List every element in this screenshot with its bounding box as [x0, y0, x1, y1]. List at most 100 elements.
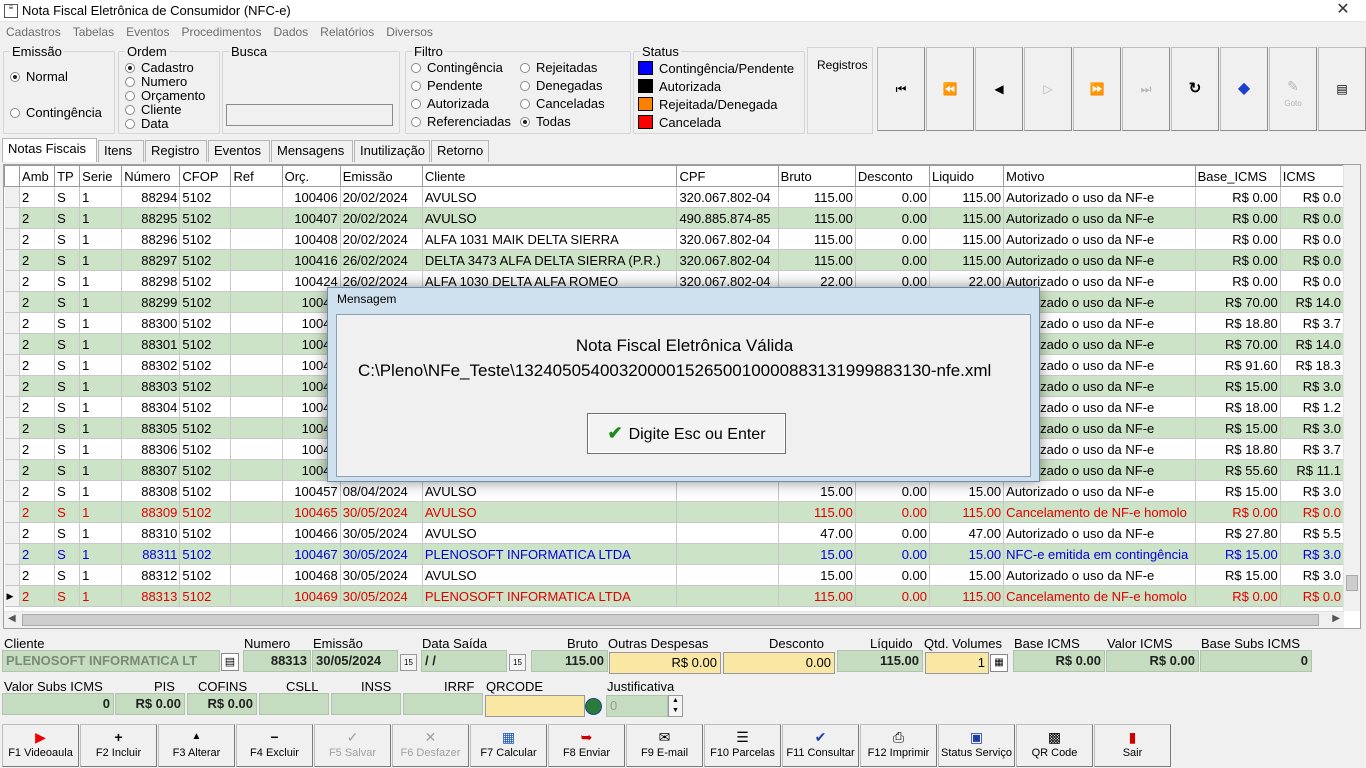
column-header[interactable]: TP	[54, 165, 81, 187]
data-saida-field[interactable]: / /	[421, 650, 507, 672]
ordem-data-radio[interactable]: Data	[125, 116, 168, 132]
justificativa-field[interactable]: 0	[606, 695, 668, 717]
table-row[interactable]: 2 S 1 88294 5102 100406 20/02/2024 AVULSO 320.06…	[4, 186, 1345, 208]
column-header[interactable]: Número	[121, 165, 181, 187]
column-header[interactable]: ICMS	[1279, 165, 1345, 187]
filtro-rejeitadas-radio[interactable]: Rejeitadas	[520, 60, 597, 76]
column-header[interactable]: Desconto	[854, 165, 931, 187]
vertical-scroll-thumb[interactable]	[1346, 575, 1358, 591]
dialog-ok-button[interactable]: ✔ Digite Esc ou Enter	[587, 413, 786, 454]
table-row[interactable]: 2 S 1 88308 5102 100457 08/04/2024 AVULSO 15.00 0…	[4, 480, 1345, 502]
f10-parcelas-button[interactable]: ☰ F10 Parcelas	[704, 724, 781, 767]
column-header[interactable]: Amb	[19, 165, 56, 187]
desconto-field[interactable]: 0.00	[723, 652, 835, 674]
menu-diversos[interactable]: Diversos	[380, 22, 439, 39]
f9-email-button[interactable]: ✉ F9 E-mail	[626, 724, 703, 767]
prior-record-button[interactable]: ◀	[975, 47, 1023, 131]
emissao-calendar-icon[interactable]: 15	[400, 654, 417, 671]
menu-eventos[interactable]: Eventos	[120, 22, 175, 39]
last-record-button[interactable]: ⏭	[1122, 47, 1170, 131]
sair-button[interactable]: ▮ Sair	[1094, 724, 1171, 767]
tab-retorno[interactable]: Retorno	[431, 140, 489, 162]
table-row[interactable]: 2 S 1 88309 5102 100465 30/05/2024 AVULSO 115.00…	[4, 501, 1345, 523]
filtro-contingencia-radio[interactable]: Contingência	[411, 60, 503, 76]
scroll-right-icon[interactable]: ▶	[1332, 613, 1340, 624]
base-subs-icms-field[interactable]: 0	[1200, 650, 1312, 672]
table-row[interactable]: 2 S 1 88296 5102 100408 20/02/2024 ALFA 1031 MA…	[4, 228, 1345, 250]
column-header[interactable]: CFOP	[179, 165, 232, 187]
filtro-denegadas-radio[interactable]: Denegadas	[520, 78, 603, 94]
column-header[interactable]: Liquido	[928, 165, 1005, 187]
inss-field[interactable]	[331, 693, 401, 715]
column-header[interactable]: CPF	[676, 165, 779, 187]
goto-button[interactable]: ✎ Goto	[1269, 47, 1317, 131]
filtro-autorizada-radio[interactable]: Autorizada	[411, 96, 489, 112]
prior-page-button[interactable]: ⏪	[926, 47, 974, 131]
column-header[interactable]: Orç.	[281, 165, 341, 187]
cliente-field[interactable]: PLENOSOFT INFORMATICA LT	[2, 650, 220, 672]
close-icon[interactable]: ✕	[1320, 0, 1366, 22]
busca-input[interactable]	[226, 104, 393, 126]
first-record-button[interactable]: ⏮	[877, 47, 925, 131]
column-header[interactable]: Cliente	[421, 165, 678, 187]
data-saida-calendar-icon[interactable]: 15	[509, 654, 526, 671]
menu-procedimentos[interactable]: Procedimentos	[175, 22, 267, 39]
emissao-normal-radio[interactable]: Normal	[10, 69, 68, 85]
valor-subs-icms-field[interactable]: 0	[2, 693, 114, 715]
justificativa-spinner-icon[interactable]: ▲ ▼	[668, 695, 683, 717]
column-header[interactable]: Emissão	[339, 165, 423, 187]
filtro-todas-radio[interactable]: Todas	[520, 114, 571, 130]
horizontal-scroll-thumb[interactable]	[22, 614, 1319, 626]
filtro-referenciadas-radio[interactable]: Referenciadas	[411, 114, 511, 130]
table-row[interactable]: 2 S 1 88311 5102 100467 30/05/2024 PLENOSOFT IN…	[4, 543, 1345, 565]
outras-despesas-field[interactable]: R$ 0.00	[609, 652, 721, 674]
f4-excluir-button[interactable]: − F4 Excluir	[236, 724, 313, 767]
numero-field[interactable]: 88313	[243, 650, 311, 672]
f11-consultar-button[interactable]: ✔ F11 Consultar	[782, 724, 859, 767]
column-header[interactable]: Serie	[79, 165, 123, 187]
status-servico-button[interactable]: ▣ Status Serviço	[938, 724, 1015, 767]
pis-field[interactable]: R$ 0.00	[115, 693, 185, 715]
f1-videoaula-button[interactable]: ▶ F1 Videoaula	[2, 724, 79, 767]
irrf-field[interactable]	[403, 693, 483, 715]
column-header[interactable]: Bruto	[777, 165, 856, 187]
f7-calcular-button[interactable]: ▦ F7 Calcular	[470, 724, 547, 767]
qtd-volumes-field[interactable]: 1	[925, 652, 989, 674]
horizontal-scrollbar[interactable]: ◀ ▶	[4, 611, 1344, 628]
column-header[interactable]: Ref	[230, 165, 283, 187]
refresh-button[interactable]: ↻	[1171, 47, 1219, 131]
table-row[interactable]: 2 S 1 88310 5102 100466 30/05/2024 AVULSO 47.00 0…	[4, 522, 1345, 544]
emissao-contingencia-radio[interactable]: Contingência	[10, 105, 102, 121]
tab-itens[interactable]: Itens	[98, 140, 144, 162]
menu-relatorios[interactable]: Relatórios	[314, 22, 380, 39]
scroll-left-icon[interactable]: ◀	[8, 613, 16, 624]
f6-desfazer-button[interactable]: ✕ F6 Desfazer	[392, 724, 469, 767]
next-record-button[interactable]: ▷	[1024, 47, 1072, 131]
f3-alterar-button[interactable]: ▲ F3 Alterar	[158, 724, 235, 767]
f12-imprimir-button[interactable]: ⎙ F12 Imprimir	[860, 724, 937, 767]
table-row[interactable]: 2 S 1 88295 5102 100407 20/02/2024 AVULSO 490.88…	[4, 207, 1345, 229]
tab-notas-fiscais[interactable]: Notas Fiscais	[2, 138, 97, 162]
f5-salvar-button[interactable]: ✓ F5 Salvar	[314, 724, 391, 767]
csll-field[interactable]	[259, 693, 329, 715]
globe-icon[interactable]	[585, 698, 602, 715]
tab-mensagens[interactable]: Mensagens	[271, 140, 353, 162]
tab-eventos[interactable]: Eventos	[208, 140, 270, 162]
vertical-scrollbar[interactable]	[1343, 165, 1360, 611]
table-row[interactable]: 2 S 1 88297 5102 100416 26/02/2024 DELTA 3473 A…	[4, 249, 1345, 271]
bookmark-button[interactable]: ◆	[1220, 47, 1268, 131]
next-page-button[interactable]: ⏩	[1073, 47, 1121, 131]
column-header[interactable]: Motivo	[1003, 165, 1196, 187]
filtro-canceladas-radio[interactable]: Canceladas	[520, 96, 605, 112]
cliente-lookup-icon[interactable]: ▤	[221, 653, 239, 671]
column-header[interactable]: Base_ICMS	[1194, 165, 1281, 187]
emissao-date-field[interactable]: 30/05/2024	[312, 650, 398, 672]
table-row[interactable]: 2 S 1 88312 5102 100468 30/05/2024 AVULSO 15.00 0…	[4, 564, 1345, 586]
qrcode-field[interactable]	[485, 695, 585, 717]
table-row[interactable]: ▶ 2 S 1 88313 5102 100469 30/05/2024 PLENOSOFT I…	[4, 585, 1345, 607]
f2-incluir-button[interactable]: + F2 Incluir	[80, 724, 157, 767]
f8-enviar-button[interactable]: ➥ F8 Enviar	[548, 724, 625, 767]
bruto-field[interactable]: 115.00	[531, 650, 608, 672]
form-view-button[interactable]: ▤	[1318, 47, 1366, 131]
menu-tabelas[interactable]: Tabelas	[67, 22, 120, 39]
